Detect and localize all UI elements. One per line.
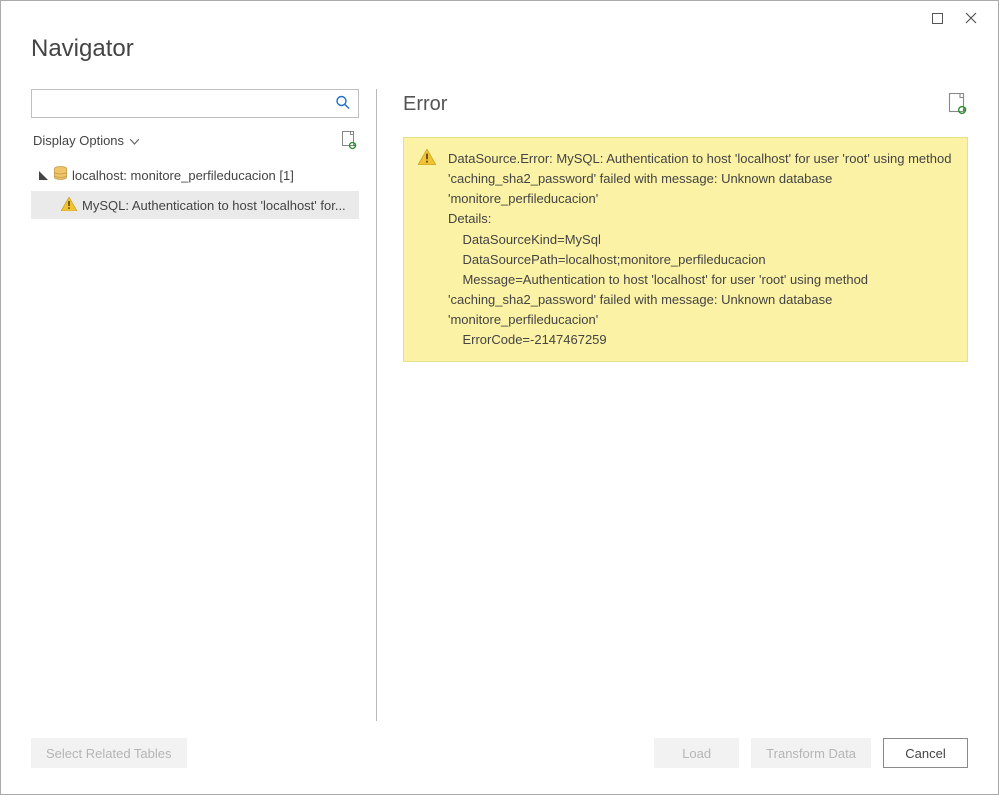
navigator-dialog: Navigator Display Options [0, 0, 999, 795]
cancel-button[interactable]: Cancel [883, 738, 968, 768]
tree-child-label: MySQL: Authentication to host 'localhost… [82, 198, 346, 213]
tree-child-row[interactable]: MySQL: Authentication to host 'localhost… [31, 191, 359, 219]
display-options-dropdown[interactable]: Display Options [33, 133, 139, 148]
error-box: DataSource.Error: MySQL: Authentication … [403, 137, 968, 362]
warning-icon [418, 149, 436, 350]
nav-tree: localhost: monitore_perfileducacion [1] … [31, 161, 359, 219]
warning-icon [61, 197, 77, 214]
footer: Select Related Tables Load Transform Dat… [1, 720, 998, 794]
maximize-button[interactable] [920, 7, 954, 29]
display-options-label: Display Options [33, 133, 124, 148]
chevron-down-icon [130, 133, 139, 148]
refresh-data-button[interactable] [946, 93, 968, 115]
page-refresh-icon [947, 93, 967, 115]
database-icon [54, 166, 67, 184]
select-related-tables-button[interactable]: Select Related Tables [31, 738, 187, 768]
tree-root-row[interactable]: localhost: monitore_perfileducacion [1] [31, 161, 359, 189]
search-input[interactable] [31, 89, 359, 118]
dialog-body: Display Options [1, 75, 998, 720]
right-pane: Error [377, 89, 968, 720]
close-button[interactable] [954, 7, 988, 29]
right-header: Error [403, 89, 968, 119]
dialog-header: Navigator [1, 31, 998, 75]
page-refresh-icon [340, 131, 357, 150]
titlebar [1, 1, 998, 31]
tree-root-label: localhost: monitore_perfileducacion [1] [72, 168, 294, 183]
refresh-preview-button[interactable] [337, 129, 359, 151]
search-icon[interactable] [335, 95, 351, 114]
dialog-title: Navigator [31, 35, 968, 63]
expander-icon[interactable] [37, 169, 49, 181]
transform-data-button[interactable]: Transform Data [751, 738, 871, 768]
footer-right: Load Transform Data Cancel [654, 738, 968, 768]
square-icon [932, 13, 943, 24]
display-options-row: Display Options [31, 129, 359, 151]
close-icon [965, 12, 977, 24]
load-button[interactable]: Load [654, 738, 739, 768]
left-pane: Display Options [31, 89, 376, 720]
error-message: DataSource.Error: MySQL: Authentication … [448, 149, 953, 350]
search-wrap [31, 89, 359, 119]
right-title: Error [403, 93, 447, 116]
